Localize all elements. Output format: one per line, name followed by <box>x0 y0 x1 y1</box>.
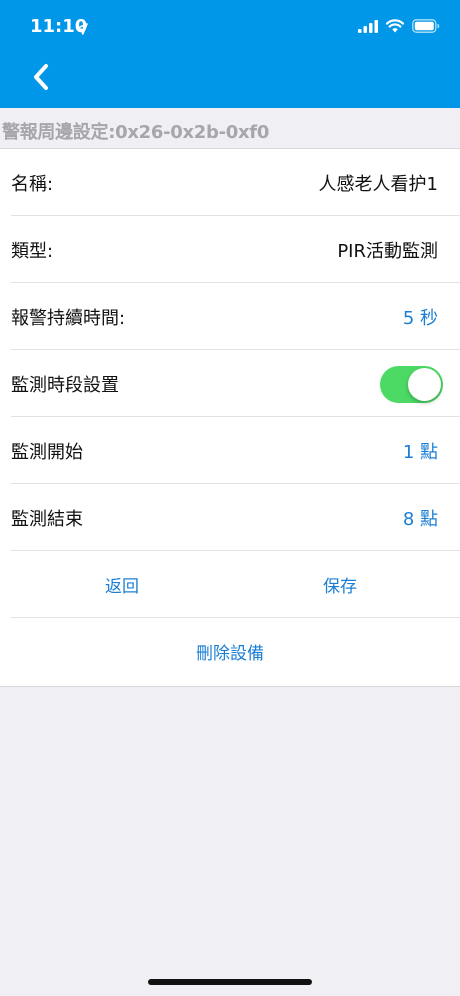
type-label: 類型: <box>11 240 54 262</box>
battery-icon <box>412 18 440 37</box>
section-title: 警報周邊設定:0x26-0x2b-0xf0 <box>2 122 270 143</box>
monitor-end-row[interactable]: 監測結束 8 點 <box>0 484 460 551</box>
status-icons <box>358 18 440 37</box>
monitor-schedule-row: 監測時段設置 <box>0 350 460 417</box>
status-bar: 11:10 <box>0 0 460 56</box>
alarm-duration-value[interactable]: 5 秒 <box>403 304 438 330</box>
signal-icon <box>358 18 378 37</box>
name-label: 名稱: <box>11 173 54 195</box>
settings-card: 名稱: 人感老人看护1 類型: PIR活動監測 報警持續時間: 5 秒 監測時段… <box>0 148 460 687</box>
monitor-end-label: 監測結束 <box>11 508 83 530</box>
nav-header: 11:10 <box>0 0 460 108</box>
action-row: 返回 保存 <box>0 551 460 618</box>
location-arrow-icon <box>76 20 88 39</box>
name-value: 人感老人看护1 <box>318 173 438 195</box>
chevron-left-icon <box>34 64 48 90</box>
monitor-schedule-label: 監測時段設置 <box>11 374 119 396</box>
type-value: PIR活動監測 <box>337 240 438 262</box>
delete-device-button[interactable]: 刪除設備 <box>130 618 330 685</box>
home-indicator <box>148 979 312 985</box>
toggle-knob <box>408 368 441 401</box>
monitor-end-value[interactable]: 8 點 <box>403 505 438 531</box>
return-button[interactable]: 返回 <box>72 551 172 618</box>
save-button[interactable]: 保存 <box>290 551 390 618</box>
monitor-start-row[interactable]: 監測開始 1 點 <box>0 417 460 484</box>
monitor-start-label: 監測開始 <box>11 441 83 463</box>
alarm-duration-row[interactable]: 報警持續時間: 5 秒 <box>0 283 460 350</box>
type-row: 類型: PIR活動監測 <box>0 216 460 283</box>
name-row[interactable]: 名稱: 人感老人看护1 <box>0 149 460 216</box>
back-button[interactable] <box>26 62 56 92</box>
alarm-duration-label: 報警持續時間: <box>11 307 126 329</box>
monitor-start-value[interactable]: 1 點 <box>403 438 438 464</box>
monitor-schedule-toggle[interactable] <box>380 366 443 403</box>
wifi-icon <box>385 18 405 37</box>
